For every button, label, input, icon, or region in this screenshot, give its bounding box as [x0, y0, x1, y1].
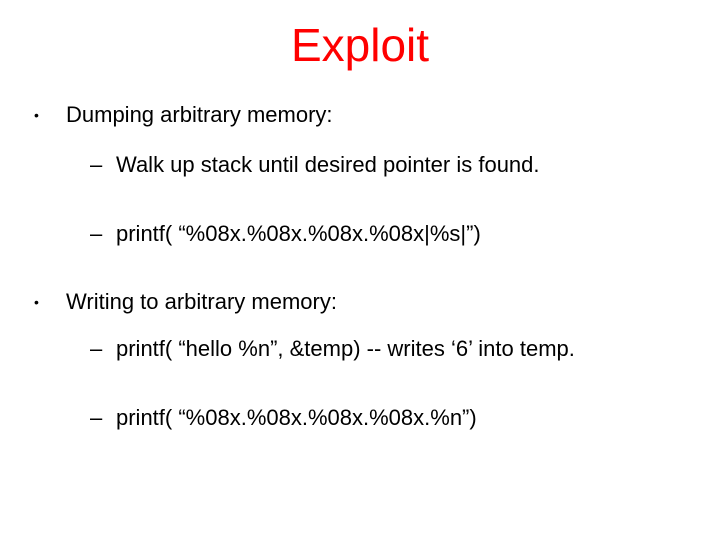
bullet-marker-dash: –: [90, 151, 116, 180]
slide-title: Exploit: [30, 20, 690, 71]
slide-body: • Dumping arbitrary memory: – Walk up st…: [30, 101, 690, 433]
bullet-level-1: • Dumping arbitrary memory:: [30, 101, 690, 130]
bullet-marker-dash: –: [90, 404, 116, 433]
bullet-level-1: • Writing to arbitrary memory:: [30, 288, 690, 317]
bullet-level-2: – printf( “%08x.%08x.%08x.%08x|%s|”): [30, 220, 690, 249]
bullet-text: printf( “%08x.%08x.%08x.%08x.%n”): [116, 404, 690, 433]
slide: Exploit • Dumping arbitrary memory: – Wa…: [0, 0, 720, 540]
bullet-marker-dash: –: [90, 335, 116, 364]
bullet-marker-dot: •: [30, 101, 60, 129]
bullet-text: Dumping arbitrary memory:: [60, 101, 690, 130]
bullet-marker-dot: •: [30, 288, 60, 316]
bullet-level-2: – Walk up stack until desired pointer is…: [30, 151, 690, 180]
bullet-level-2: – printf( “%08x.%08x.%08x.%08x.%n”): [30, 404, 690, 433]
bullet-text: Walk up stack until desired pointer is f…: [116, 151, 690, 180]
bullet-level-2: – printf( “hello %n”, &temp) -- writes ‘…: [30, 335, 690, 364]
bullet-text: printf( “hello %n”, &temp) -- writes ‘6’…: [116, 335, 690, 364]
bullet-text: Writing to arbitrary memory:: [60, 288, 690, 317]
bullet-marker-dash: –: [90, 220, 116, 249]
bullet-text: printf( “%08x.%08x.%08x.%08x|%s|”): [116, 220, 690, 249]
